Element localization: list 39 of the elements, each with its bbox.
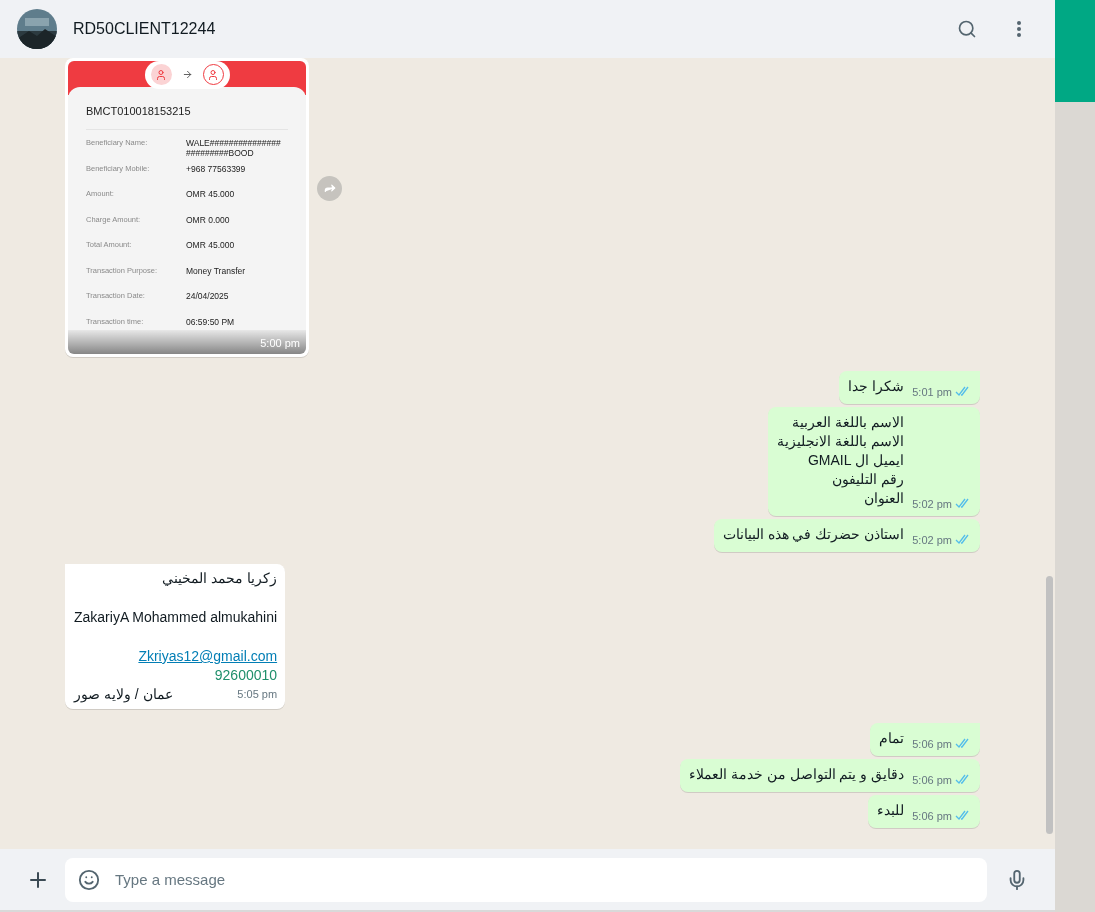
phone-number: 92600010 — [214, 666, 278, 685]
scrollbar[interactable] — [1046, 576, 1053, 834]
field-value: 24/04/2025 — [186, 291, 229, 301]
message-time: 5:06 pm — [912, 808, 952, 824]
image-message[interactable] — [65, 58, 309, 357]
message-text: استاذن حضرتك في هذه البيانات — [722, 525, 905, 545]
message-text: تمام — [879, 729, 905, 749]
forward-icon — [322, 181, 337, 195]
message-time: 5:02 pm — [912, 532, 952, 548]
message-text: للبدء — [877, 801, 905, 820]
field-value: +968 77563399 — [186, 163, 246, 174]
sticker-icon[interactable] — [78, 868, 100, 891]
message-time: 5:05 pm — [237, 687, 278, 702]
field-value: WALE############### #########BOOD — [186, 138, 281, 158]
search-icon — [957, 19, 977, 39]
field-value: OMR 0.000 — [186, 214, 230, 225]
message-time: 5:06 pm — [912, 736, 952, 752]
field-value: Money Transfer — [186, 265, 246, 276]
field-value: OMR 45.000 — [186, 240, 235, 250]
message-text: الاسم باللغة العربية الاسم باللغة الانجليزية ايميل ال GMAIL رقم التليفون العنوان — [777, 413, 905, 509]
message-time: 5:06 pm — [912, 772, 952, 788]
email-link[interactable]: Zkriyas12@gmail.com — [138, 647, 278, 666]
message-time: 5:00 pm — [260, 335, 300, 351]
message-text: ZakariyA Mohammed almukahini — [74, 608, 278, 627]
message-text: شكرا جدا — [848, 377, 905, 397]
message-text: زكريا محمد المخيني — [162, 569, 278, 588]
message-time: 5:02 pm — [912, 496, 952, 512]
field-value: 06:59:50 PM — [186, 316, 235, 327]
menu-icon — [1017, 21, 1021, 37]
message-text: عمان / ولايه صور — [74, 685, 173, 704]
message-field[interactable]: Type a message — [65, 857, 987, 902]
message-text: دقايق و يتم التواصل من خدمة العملاء — [688, 765, 905, 785]
reference-number: BMCT010018153215 — [86, 102, 288, 130]
field-value: OMR 45.000 — [186, 189, 235, 199]
message-time: 5:01 pm — [912, 384, 952, 400]
contact-name[interactable]: RD50CLIENT12244 — [73, 17, 216, 41]
avatar[interactable] — [17, 9, 57, 49]
arrow-icon — [181, 69, 193, 80]
user-icon — [150, 64, 172, 85]
